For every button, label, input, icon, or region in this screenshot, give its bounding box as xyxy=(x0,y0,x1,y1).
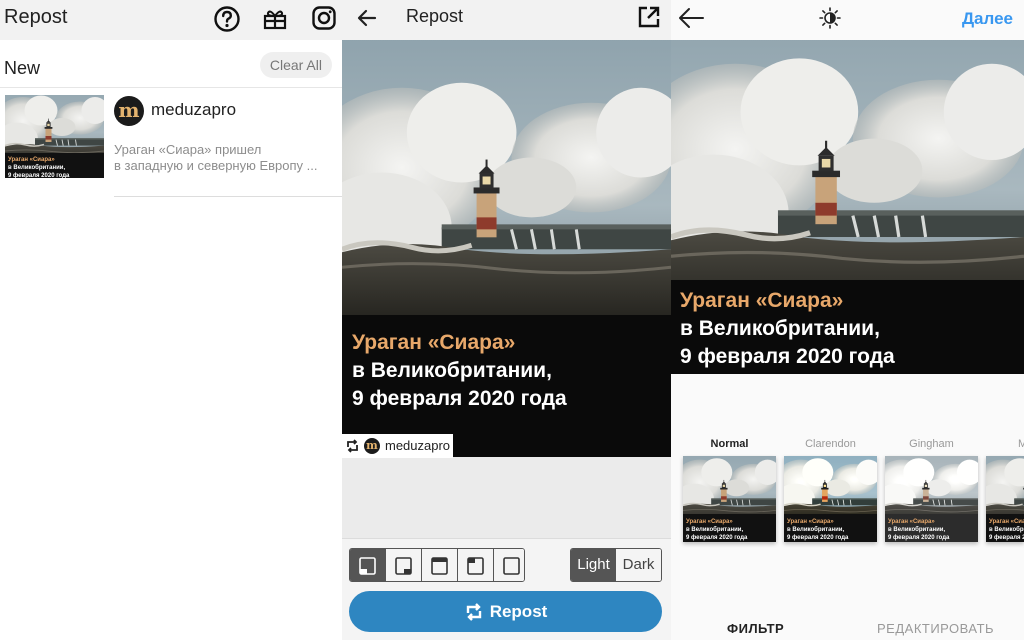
tab-edit[interactable]: РЕДАКТИРОВАТЬ xyxy=(877,621,994,636)
repost-icon xyxy=(347,439,358,453)
filter-headline-2: в Великобритании, xyxy=(787,527,845,533)
top-left-layout-icon xyxy=(431,557,448,575)
filter-label-clarendon: Clarendon xyxy=(805,438,856,450)
top-bar: Repost xyxy=(0,0,342,40)
watermark-position-selector xyxy=(349,548,525,582)
filter-preview-image xyxy=(784,456,877,514)
top-bar: Далее xyxy=(671,0,1024,40)
repost-button-label: Repost xyxy=(489,602,548,621)
position-top-left-button[interactable] xyxy=(422,549,458,581)
filter-headline-3: 9 февраля 2020 года xyxy=(787,535,849,541)
gift-icon[interactable] xyxy=(262,6,288,32)
position-bottom-right-button[interactable] xyxy=(386,549,422,581)
watermark-avatar: m xyxy=(364,438,380,454)
filter-headline-2: в Великобритании, xyxy=(989,527,1024,533)
repost-controls: Light Dark Repost xyxy=(342,538,671,640)
section-title: New xyxy=(4,58,41,78)
filter-clarendon[interactable]: Ураган «Сиара» в Великобритании, 9 февра… xyxy=(784,456,877,542)
tab-filter[interactable]: ФИЛЬТР xyxy=(727,621,784,636)
open-external-icon[interactable] xyxy=(637,5,661,29)
filter-preview-image xyxy=(683,456,776,514)
screen-title: Repost xyxy=(406,6,464,26)
filter-headline-1: Ураган «Сиара» xyxy=(888,519,935,525)
repost-editor-screen: Repost Ураган «Сиара» в Великобритании, … xyxy=(342,0,671,640)
repost-feed-screen: Repost New Clear All Ураган «Сиара» в Ве… xyxy=(0,0,342,640)
repost-icon xyxy=(466,603,481,621)
no-watermark-layout-icon xyxy=(503,557,520,575)
back-arrow-icon[interactable] xyxy=(356,7,378,29)
post-thumbnail: Ураган «Сиара» в Великобритании, 9 февра… xyxy=(5,95,104,178)
theme-dark-button[interactable]: Dark xyxy=(616,549,661,581)
headline-line-3: 9 февраля 2020 года xyxy=(680,345,895,368)
headline-line-3: 9 февраля 2020 года xyxy=(352,387,567,410)
filter-label-partial: M xyxy=(1018,438,1024,450)
position-top-right-button[interactable] xyxy=(458,549,494,581)
avatar: m xyxy=(114,96,144,126)
theme-light-button[interactable]: Light xyxy=(571,549,616,581)
post-caption: Ураган «Сиара» пришел в западную и север… xyxy=(114,142,336,174)
caption-line-1: Ураган «Сиара» пришел xyxy=(114,142,262,157)
storm-photo xyxy=(342,40,671,315)
back-arrow-icon[interactable] xyxy=(677,6,705,30)
filter-headline-3: 9 февраля 2020 года xyxy=(989,535,1024,541)
headline-line-2: в Великобритании, xyxy=(352,359,552,382)
brightness-icon[interactable] xyxy=(819,7,841,29)
help-icon[interactable] xyxy=(213,5,241,33)
app-title: Repost xyxy=(4,6,68,28)
new-section-header: New Clear All xyxy=(0,44,342,88)
thumb-headline-1: Ураган «Сиара» xyxy=(8,157,55,163)
repost-button[interactable]: Repost xyxy=(349,591,662,632)
filter-headline-1: Ураган «Сиара» xyxy=(787,519,834,525)
repost-watermark: m meduzapro xyxy=(342,434,453,458)
headline-line-2: в Великобритании, xyxy=(680,317,880,340)
filter-partial[interactable]: Ураган «Сиара» в Великобритании, 9 февра… xyxy=(986,456,1024,542)
divider xyxy=(114,196,342,197)
filter-gingham[interactable]: Ураган «Сиара» в Великобритании, 9 февра… xyxy=(885,456,978,542)
headline-line-1: Ураган «Сиара» xyxy=(352,331,516,354)
username: meduzapro xyxy=(151,100,237,119)
post-preview: Ураган «Сиара» в Великобритании, 9 февра… xyxy=(671,40,1024,374)
filter-headline-3: 9 февраля 2020 года xyxy=(686,535,748,541)
filter-headline-2: в Великобритании, xyxy=(888,527,946,533)
filter-label-normal: Normal xyxy=(710,438,749,450)
top-right-layout-icon xyxy=(467,557,484,575)
post-preview: Ураган «Сиара» в Великобритании, 9 февра… xyxy=(342,40,671,457)
bottom-right-layout-icon xyxy=(395,557,412,575)
storm-photo-thumbnail xyxy=(5,95,104,153)
instagram-icon[interactable] xyxy=(311,5,337,31)
repost-list-item[interactable]: Ураган «Сиара» в Великобритании, 9 февра… xyxy=(0,90,342,197)
instagram-filter-screen: Далее Ураган «Сиара» в Великобритании, 9… xyxy=(671,0,1024,640)
filter-headline-3: 9 февраля 2020 года xyxy=(888,535,950,541)
thumb-headline-3: 9 февраля 2020 года xyxy=(8,173,70,178)
filter-headline-1: Ураган «Сиара» xyxy=(686,519,733,525)
app-root: Repost New Clear All Ураган «Сиара» в Ве… xyxy=(0,0,1024,640)
storm-photo xyxy=(671,40,1024,280)
watermark-theme-selector: Light Dark xyxy=(570,548,662,582)
top-bar: Repost xyxy=(342,0,671,40)
filter-preview-image xyxy=(986,456,1024,514)
position-none-button[interactable] xyxy=(494,549,524,581)
filter-preview-image xyxy=(885,456,978,514)
watermark-username: meduzapro xyxy=(385,438,451,453)
position-bottom-left-button[interactable] xyxy=(350,549,386,581)
bottom-left-layout-icon xyxy=(359,557,376,575)
headline-line-1: Ураган «Сиара» xyxy=(680,289,844,312)
filter-headline-2: в Великобритании, xyxy=(686,527,744,533)
filter-normal[interactable]: Ураган «Сиара» в Великобритании, 9 февра… xyxy=(683,456,776,542)
filter-label-gingham: Gingham xyxy=(909,438,954,450)
caption-line-2: в западную и северную Европу ... xyxy=(114,158,318,173)
next-button[interactable]: Далее xyxy=(962,9,1013,29)
filter-headline-1: Ураган «Сиара» xyxy=(989,519,1024,525)
thumb-headline-2: в Великобритании, xyxy=(8,165,66,171)
clear-all-button[interactable]: Clear All xyxy=(259,52,332,78)
